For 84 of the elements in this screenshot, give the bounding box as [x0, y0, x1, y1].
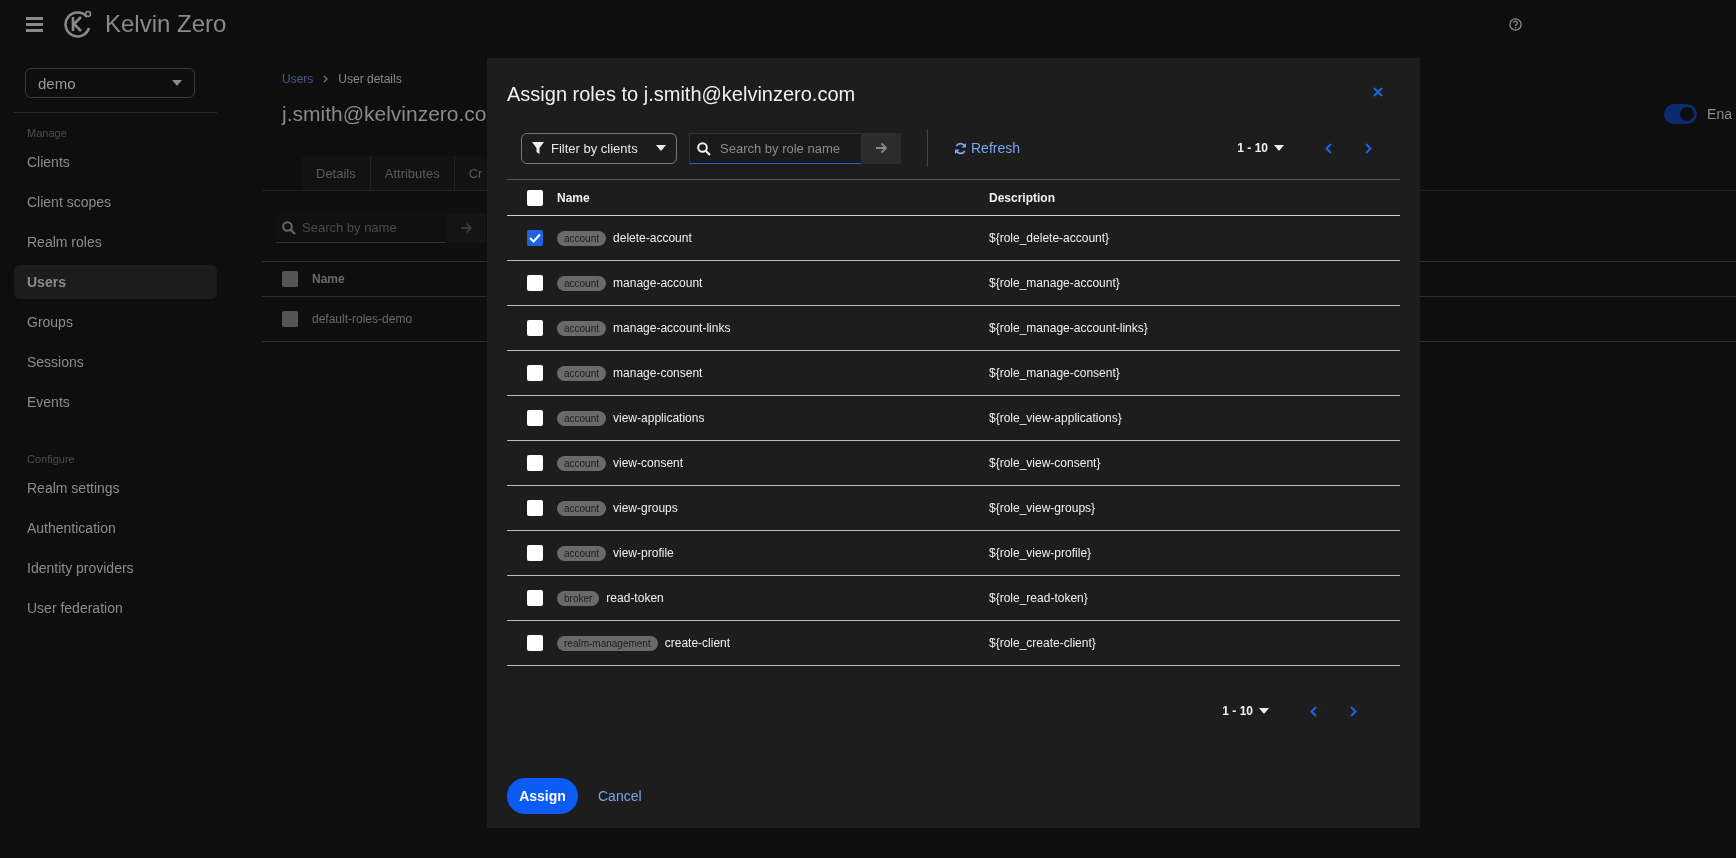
client-label: account — [557, 365, 607, 381]
menu-icon[interactable] — [26, 16, 43, 32]
table-cell: default-roles-demo — [312, 312, 413, 326]
column-header: Name — [312, 272, 345, 286]
role-description: ${role_delete-account} — [989, 231, 1111, 245]
checkbox[interactable] — [527, 500, 543, 516]
column-header: Description — [989, 190, 1056, 205]
role-name: view-profile — [613, 546, 674, 560]
role-name: view-groups — [613, 501, 678, 515]
checkbox[interactable] — [527, 189, 543, 206]
search-icon — [697, 141, 711, 156]
cancel-button[interactable]: Cancel — [598, 788, 642, 804]
client-label: account — [557, 230, 607, 246]
checkbox[interactable] — [527, 545, 543, 561]
breadcrumb-current: User details — [338, 72, 402, 86]
section-title: Manage — [26, 126, 68, 141]
checkbox[interactable] — [527, 230, 543, 246]
client-label: account — [557, 500, 607, 516]
role-name: delete-account — [613, 231, 692, 245]
role-name: create-client — [664, 636, 731, 650]
column-header: Name — [557, 190, 590, 205]
role-description: ${role_manage-consent} — [989, 366, 1121, 380]
role-name: manage-consent — [613, 366, 703, 380]
search-button[interactable] — [861, 132, 901, 164]
checkbox[interactable] — [527, 410, 543, 426]
checkbox[interactable] — [527, 590, 543, 606]
chevron-left-icon — [1324, 142, 1332, 154]
client-label: account — [557, 320, 607, 336]
check-icon — [529, 233, 541, 243]
help-icon[interactable] — [1509, 17, 1522, 31]
section-title: Configure — [26, 452, 76, 467]
checkbox[interactable] — [527, 320, 543, 336]
client-label: account — [557, 275, 607, 291]
role-name: read-token — [606, 591, 664, 605]
role-name: manage-account — [613, 276, 703, 290]
search-field[interactable]: Search by role name — [689, 132, 861, 164]
caret-icon — [656, 145, 666, 151]
caret-icon — [1274, 145, 1284, 151]
chevron-right-icon — [323, 75, 329, 83]
client-label: account — [557, 455, 607, 471]
role-description: ${role_manage-account} — [989, 276, 1121, 290]
role-description: ${role_manage-account-links} — [989, 321, 1149, 335]
client-label: account — [557, 545, 607, 561]
client-label: broker — [557, 590, 600, 606]
role-description: ${role_view-consent} — [989, 456, 1102, 470]
caret-icon — [1259, 708, 1269, 714]
role-description: ${role_create-client} — [989, 636, 1097, 650]
refresh-button[interactable]: Refresh — [954, 140, 1021, 156]
arrow-right-icon — [874, 142, 888, 154]
filter-dropdown[interactable]: Filter by clients — [521, 132, 677, 164]
chevron-right-icon — [1364, 142, 1372, 154]
dialog-title: Assign roles to j.smith@kelvinzero.com — [507, 82, 856, 106]
role-name: view-applications — [613, 411, 705, 425]
checkbox[interactable] — [282, 271, 298, 287]
client-label: account — [557, 410, 607, 426]
arrow-right-icon — [459, 222, 473, 234]
client-label: realm-management — [557, 635, 658, 651]
brand-name: Kelvin Zero — [105, 10, 227, 38]
checkbox[interactable] — [527, 455, 543, 471]
caret-icon — [172, 80, 182, 86]
role-name: view-consent — [613, 456, 684, 470]
role-description: ${role_view-groups} — [989, 501, 1097, 515]
chevron-right-icon — [1349, 705, 1357, 717]
chevron-left-icon — [1309, 705, 1317, 717]
role-description: ${role_read-token} — [989, 591, 1089, 605]
filter-icon — [532, 142, 544, 154]
logo-icon — [63, 9, 93, 39]
role-description: ${role_view-profile} — [989, 546, 1093, 560]
role-description: ${role_view-applications} — [989, 411, 1123, 425]
role-name: manage-account-links — [613, 321, 731, 335]
realm-select[interactable]: demo — [25, 68, 195, 98]
per-page-dropdown[interactable]: 1 - 10 — [1222, 704, 1269, 718]
checkbox[interactable] — [527, 635, 543, 651]
checkbox[interactable] — [527, 365, 543, 381]
per-page-dropdown[interactable]: 1 - 10 — [1237, 141, 1284, 155]
toggle-label: Ena — [1707, 106, 1732, 122]
checkbox[interactable] — [527, 275, 543, 291]
assign-button[interactable]: Assign — [507, 778, 578, 814]
search-icon — [282, 220, 296, 235]
nav-item[interactable]: Users — [14, 265, 217, 299]
page-title: j.smith@kelvinzero.co — [282, 102, 487, 126]
enabled-toggle[interactable] — [1664, 104, 1698, 124]
checkbox[interactable] — [282, 311, 298, 327]
refresh-icon — [954, 141, 967, 155]
